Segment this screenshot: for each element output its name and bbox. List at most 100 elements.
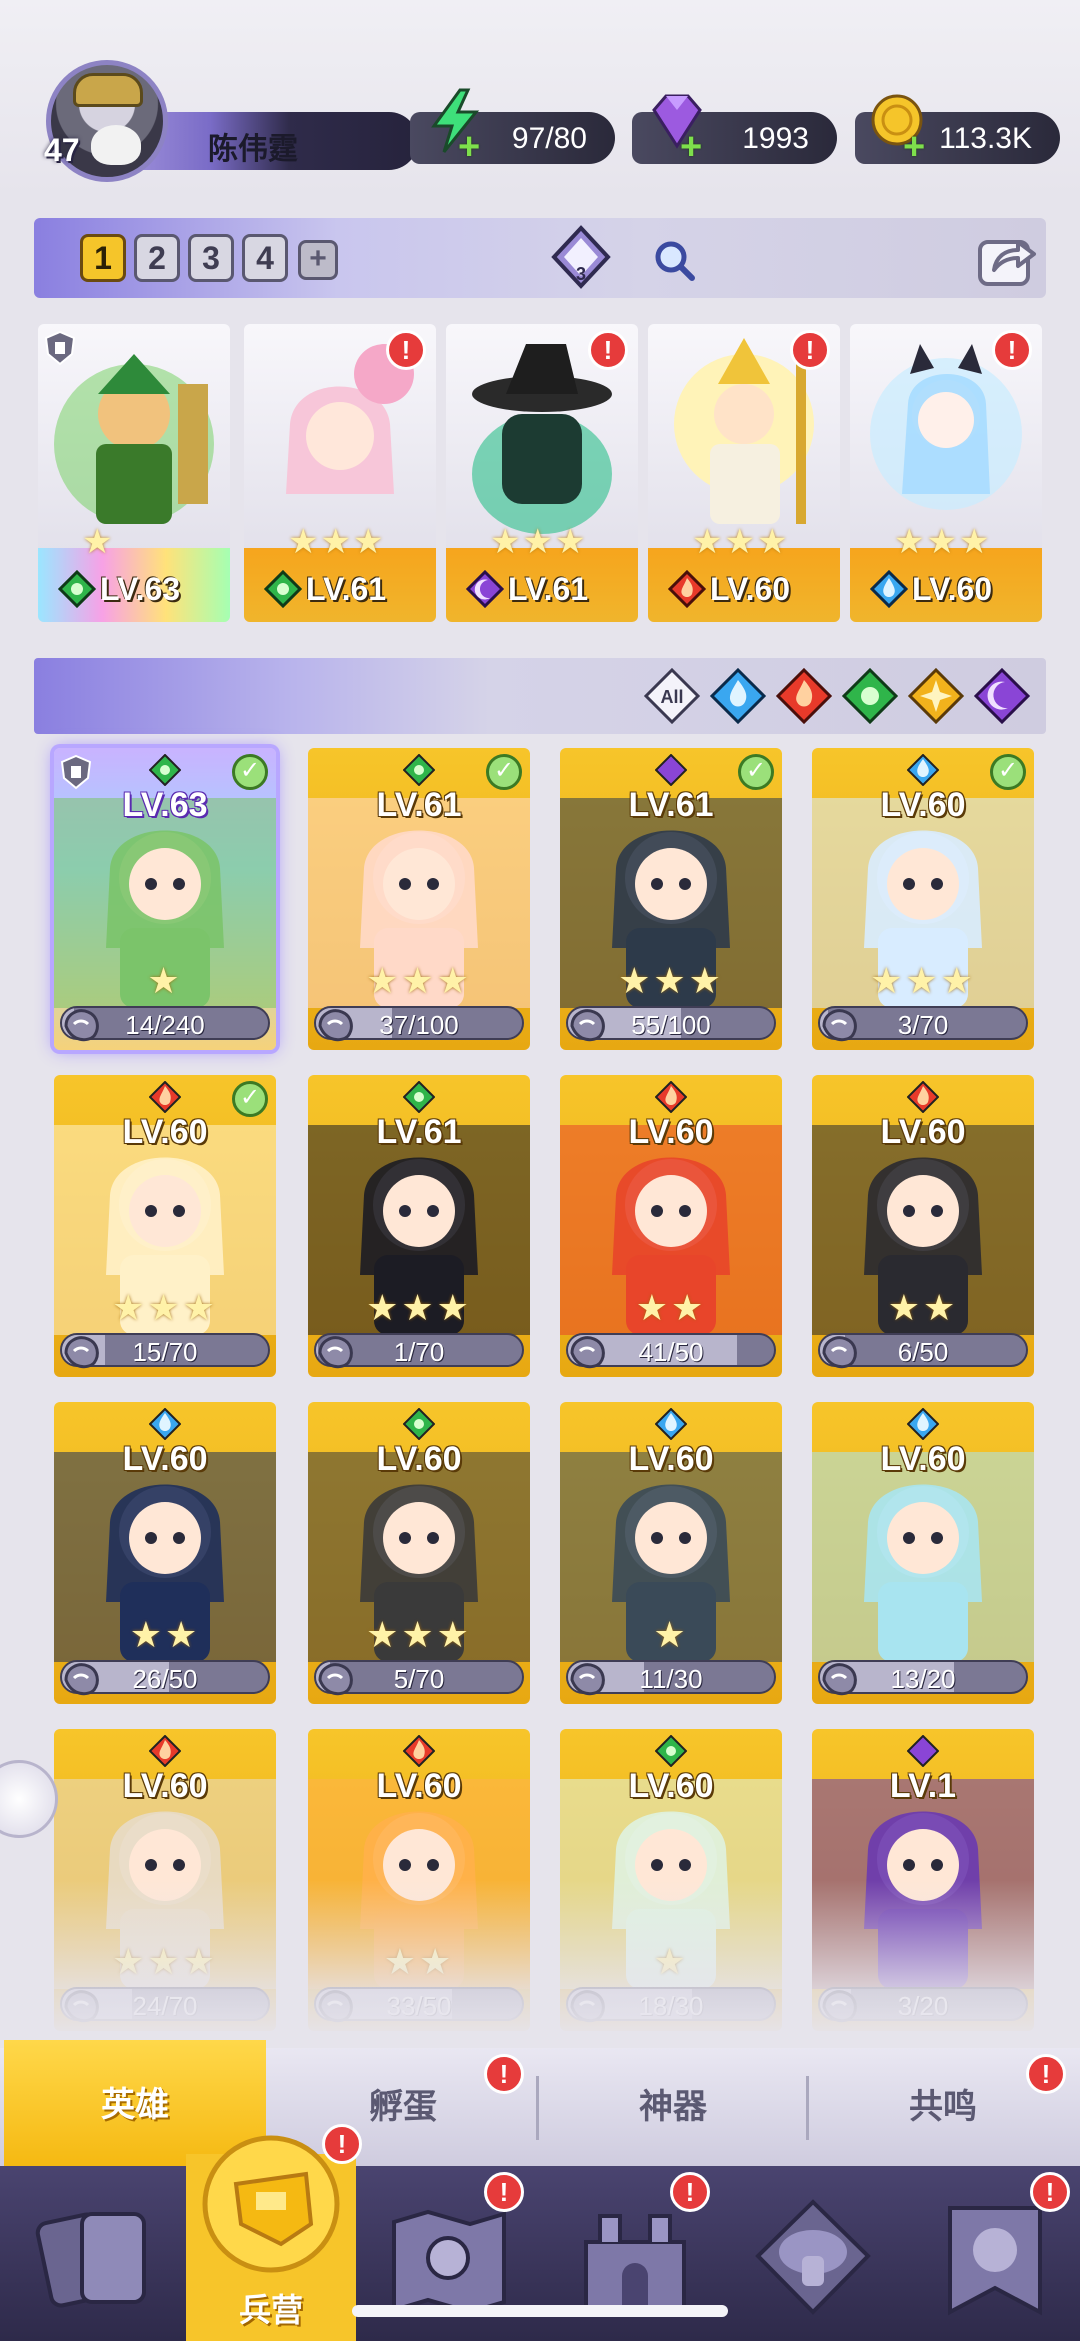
dark-element-icon [466,570,504,608]
tab-artifacts[interactable]: 神器 [540,2048,806,2166]
hero-card[interactable]: LV.61 ★★★ 1/70 [308,1075,530,1377]
hero-card[interactable]: LV.60 ★★ 6/50 [812,1075,1034,1377]
hero-card[interactable]: ✓ LV.60 ★★★ 15/70 [54,1075,276,1377]
castle-icon [584,2214,686,2314]
gem-add-icon[interactable]: + [680,128,710,166]
alert-badge: ! [670,2172,710,2212]
home-indicator[interactable] [352,2305,728,2317]
check-icon: ✓ [738,754,774,790]
hero-card[interactable]: ✓ LV.61 ★★★ 55/100 [560,748,782,1050]
shard-icon [64,1009,99,1042]
check-icon: ✓ [232,754,268,790]
team-tab-3[interactable]: 3 [188,234,234,282]
star-rating: ★★ [635,1287,707,1328]
cards-icon[interactable] [30,2192,160,2322]
hero-level: LV.60 [122,1767,208,1805]
hero-level: LV.60 [880,1113,966,1151]
gold-add-icon[interactable]: + [903,128,933,166]
filter-fire-icon[interactable] [776,668,832,724]
hero-card[interactable]: LV.60 ★★ 26/50 [54,1402,276,1704]
player-profile[interactable]: 陈伟霆 47 [38,60,418,182]
water-element-icon [907,1408,939,1440]
nature-element-icon [655,1735,687,1767]
water-element-icon [149,1408,181,1440]
hero-level: LV.61 [376,786,462,824]
hero-level: LV.1 [889,1767,957,1805]
star-rating: ★★★ [366,1287,472,1328]
lineup-slot-4[interactable]: ! ★★★ LV.60 [648,324,840,622]
lineup-level: LV.63 [100,571,181,607]
team-tab-4[interactable]: 4 [242,234,288,282]
gem-counter[interactable]: + 1993 [632,94,837,166]
nature-element-icon [149,754,181,786]
hero-card[interactable]: LV.60 ★★★ 5/70 [308,1402,530,1704]
alert-badge: ! [992,330,1032,370]
alert-badge: ! [386,330,426,370]
star-rating: ★ [653,1614,689,1655]
shard-icon [318,1663,353,1696]
filter-water-icon[interactable] [710,668,766,724]
shield-icon [44,330,76,366]
hero-card[interactable]: ✓ LV.63 ★ 14/240 [54,748,276,1050]
hero-level: LV.61 [628,786,714,824]
shard-icon [570,1336,605,1369]
alert-badge: ! [588,330,628,370]
hero-level: LV.60 [376,1440,462,1478]
hero-card[interactable]: LV.60 13/20 [812,1402,1034,1704]
hero-card[interactable]: LV.60 ★★ 41/50 [560,1075,782,1377]
star-rating: ★★ [887,1287,959,1328]
alert-badge: ! [790,330,830,370]
lineup-slot-5[interactable]: ! ★★★ LV.60 [850,324,1042,622]
hero-level: LV.60 [628,1113,714,1151]
nature-element-icon [264,570,302,608]
nav-map[interactable]: ! [384,2172,524,2322]
filter-all-label: All [660,687,683,707]
filter-dark-icon[interactable] [974,668,1030,724]
add-team-button[interactable]: + [298,240,338,280]
nav-castle[interactable]: ! [570,2172,710,2322]
lineup-footer: ★★★ LV.60 [648,523,840,622]
nav-guild[interactable]: ! [930,2172,1070,2322]
avatar-hat [73,73,143,107]
shard-icon [822,1009,857,1042]
hero-level: LV.63 [122,786,208,824]
hero-level: LV.60 [628,1440,714,1478]
hero-card[interactable]: LV.60 ★ 11/30 [560,1402,782,1704]
alert-badge: ! [322,2124,362,2164]
tab-divider [806,2076,809,2140]
fire-element-icon [149,1081,181,1113]
nav-barracks[interactable]: 兵营 ! [186,2114,362,2341]
search-icon[interactable] [652,238,696,282]
alert-badge: ! [484,2054,524,2094]
collection-subtabs: 英雄 孵蛋 神器 共鸣 ! ! [0,2040,1080,2166]
filter-nature-icon[interactable] [842,668,898,724]
alert-badge: ! [1026,2054,1066,2094]
mushroom-icon[interactable] [748,2192,878,2322]
lineup-footer: ★★★ LV.60 [850,523,1042,622]
lineup-slot-2[interactable]: ! ★★★ LV.61 [244,324,436,622]
lineup-slot-3[interactable]: ! ★★★ LV.61 [446,324,638,622]
hero-card[interactable]: ✓ LV.60 ★★★ 3/70 [812,748,1034,1050]
check-icon: ✓ [232,1081,268,1117]
shard-icon [822,1336,857,1369]
share-icon[interactable] [974,228,1038,290]
player-name: 陈伟霆 [208,133,298,166]
fire-element-icon [403,1735,435,1767]
shield-icon [60,754,92,790]
filter-all-button[interactable]: All [644,668,700,724]
star-rating: ★★★ [692,523,790,561]
energy-add-icon[interactable]: + [458,128,488,166]
star-rating: ★★★ [490,523,588,561]
team-gem-icon[interactable]: 3 [548,224,614,290]
floating-helper-avatar[interactable] [0,1760,58,1838]
team-tab-1[interactable]: 1 [80,234,126,282]
lineup-slot-1[interactable]: ★ LV.63 [38,324,230,622]
star-rating: ★★★ [366,960,472,1001]
filter-light-icon[interactable] [908,668,964,724]
gold-counter[interactable]: + 113.3K [855,94,1060,166]
team-tab-2[interactable]: 2 [134,234,180,282]
energy-counter[interactable]: + 97/80 [410,88,615,166]
shard-icon [64,1336,99,1369]
nature-element-icon [58,570,96,608]
hero-card[interactable]: ✓ LV.61 ★★★ 37/100 [308,748,530,1050]
